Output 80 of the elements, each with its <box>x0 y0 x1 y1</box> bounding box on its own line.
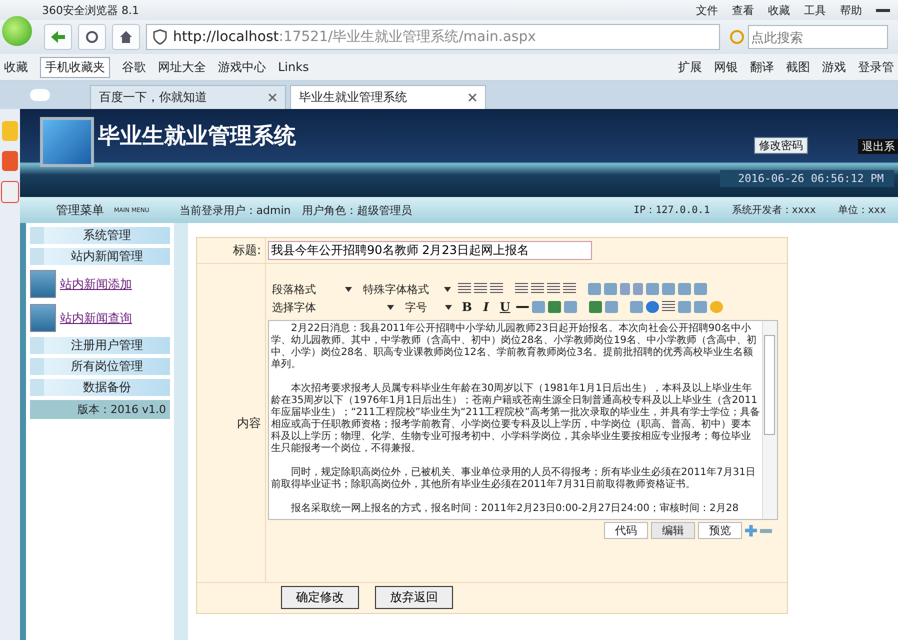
title-label: 标题: <box>197 238 266 263</box>
close-icon[interactable] <box>268 93 277 102</box>
toolbar-item[interactable]: 网银 <box>714 58 738 76</box>
search-icon[interactable] <box>730 30 744 44</box>
menu-header[interactable]: 数据备份 <box>30 379 170 396</box>
menu-item[interactable]: 收藏 <box>768 2 790 18</box>
home-icon <box>119 30 133 44</box>
font-select[interactable]: 选择字体 <box>268 300 398 314</box>
format-button[interactable]: I <box>478 300 494 314</box>
toolbar-item[interactable]: 游戏 <box>822 58 846 76</box>
toolbar-item[interactable]: 翻译 <box>750 58 774 76</box>
menu-link[interactable]: 站内新闻添加 <box>60 276 132 292</box>
back-arrow-icon <box>50 30 66 44</box>
bookmark-item[interactable]: 谷歌 <box>122 58 146 76</box>
bookmark-item[interactable]: 游戏中心 <box>218 58 266 76</box>
content-paragraph: 本次招考要求报考人员属专科毕业生年龄在30周岁以下（1981年1月1日后出生），本科及以上毕业生年龄在35周岁以下（1976年1月1日后出生）；苍南户籍或苍南生源全日制普通高校专科及以上毕业生（含2011年应届毕业生）；“211工程院校”毕业生为“211工程院校”高考第一批次录取的毕业生，并具有学士学位；具备相应或高于任职教师资格；报考学前教育、小学岗位要专科及以上学历，中学岗位（职高、普高、初中）要本科及以上学历；物理、化学、生物专业可报考初中、小学科学岗位，其余毕业生要按相应专业报考；每位毕业生只能报考一个岗位，不得兼报。 <box>271 383 760 455</box>
browser-tab[interactable]: 百度一下，你就知道 <box>90 85 286 109</box>
home-button[interactable] <box>112 24 140 50</box>
menu-item[interactable]: 帮助 <box>840 2 862 18</box>
info-item: 单位：xxx <box>838 204 886 217</box>
horizontal-rule-icon[interactable] <box>516 306 529 308</box>
font-style-select[interactable]: 特殊字体格式 <box>359 282 455 296</box>
logout-button[interactable]: 退出系 <box>858 139 898 154</box>
version-label: 版本：2016 v1.0 <box>30 400 170 419</box>
search-field[interactable]: 点此搜索 <box>748 25 888 49</box>
module-icon <box>30 304 56 332</box>
form-button[interactable]: 放弃返回 <box>375 586 453 609</box>
menu-item[interactable]: 查看 <box>732 2 754 18</box>
minimize-icon[interactable] <box>876 8 890 12</box>
browser-title: 360安全浏览器 8.1 <box>42 2 139 18</box>
caret-icon <box>444 286 451 292</box>
content-label: 内容 <box>236 414 262 432</box>
scrollbar-thumb[interactable] <box>764 335 775 435</box>
toolbar-item[interactable]: 登录管 <box>858 58 894 76</box>
content-paragraph: 同时，规定除职高岗位外，已被机关、事业单位录用的人员不得报考；所有毕业生必须在2011年7月31日前取得毕业证书；除职高岗位外，其他所有毕业生必须在2011年7月31日前取得教师资格证书。 <box>271 467 757 491</box>
change-password-button[interactable]: 修改密码 <box>754 137 808 154</box>
menu-link[interactable]: 站内新闻查询 <box>60 310 132 326</box>
format-button[interactable]: B <box>459 300 475 314</box>
address-bar[interactable]: http://localhost:17521/毕业生就业管理系统/main.aspx <box>146 24 720 50</box>
caret-icon <box>445 304 452 310</box>
menu-item[interactable]: 文件 <box>696 2 718 18</box>
back-button[interactable] <box>44 24 72 50</box>
editor-mode-tab[interactable]: 代码 <box>604 522 648 539</box>
toolbar-item[interactable]: 截图 <box>786 58 810 76</box>
toolbar-item[interactable]: 扩展 <box>678 58 702 76</box>
bookmark-item[interactable]: 收藏 <box>4 58 28 76</box>
module-icon <box>30 270 56 298</box>
editor-mode-tab[interactable]: 编辑 <box>651 522 695 539</box>
circle-icon <box>85 30 99 44</box>
info-item: 系统开发者：xxxx <box>732 204 816 217</box>
bookmark-item[interactable]: 网址大全 <box>158 58 206 76</box>
form-button[interactable]: 确定修改 <box>281 586 359 609</box>
bookmark-item[interactable]: 手机收藏夹 <box>40 56 110 78</box>
url-text: http://localhost:17521/毕业生就业管理系统/main.aspx <box>173 28 536 46</box>
info-item: IP：127.0.0.1 <box>634 204 710 217</box>
menu-title: 管理菜单 <box>56 202 104 218</box>
bookmark-item[interactable]: Links <box>278 60 309 74</box>
format-button[interactable]: U <box>497 300 513 314</box>
menu-item[interactable]: 工具 <box>804 2 826 18</box>
minus-icon[interactable] <box>760 528 772 532</box>
menu-header[interactable]: 注册用户管理 <box>30 337 170 354</box>
editor-mode-tab[interactable]: 预览 <box>698 522 742 539</box>
menu-header[interactable]: 所有岗位管理 <box>30 358 170 375</box>
content-paragraph: 报名采取统一网上报名的方式，报名时间：2011年2月23日0:00-2月27日24:00；审核时间：2月28 <box>290 503 740 515</box>
menu-header[interactable]: 系统管理 <box>30 227 170 244</box>
close-icon[interactable] <box>468 93 477 102</box>
user-info: 当前登录用户：admin 用户角色：超级管理员 <box>179 202 412 218</box>
title-field[interactable]: 我县今年公开招聘90名教师 2月23日起网上报名 <box>268 241 592 260</box>
paragraph-format-select[interactable]: 段落格式 <box>268 282 356 296</box>
content-paragraph: 2月22日消息：我县2011年公开招聘中小学幼儿园教师23日起开始报名。本次向社会公开招聘90名中小学、幼儿园教师。其中，中学教师（含高中、初中）岗位28名、小学教师岗位19名、中小学教师（含高中、初中、小学）岗位28名、职高专业课教师岗位12名、学前教育教师岗位3名。提前批招聘的优秀高校毕业生名额单列。 <box>271 323 758 371</box>
menu-header[interactable]: 站内新闻管理 <box>30 248 170 265</box>
font-size-select[interactable]: 字号 <box>401 300 456 314</box>
refresh-button[interactable] <box>78 24 106 50</box>
caret-icon <box>345 286 352 292</box>
scrollbar[interactable] <box>762 321 777 519</box>
shield-icon <box>153 29 167 45</box>
app-title: 毕业生就业管理系统 <box>98 123 296 151</box>
datetime: 2016-06-26 06:56:12 PM <box>720 170 894 187</box>
caret-icon <box>387 304 394 310</box>
browser-tab[interactable]: 毕业生就业管理系统 <box>290 85 486 109</box>
